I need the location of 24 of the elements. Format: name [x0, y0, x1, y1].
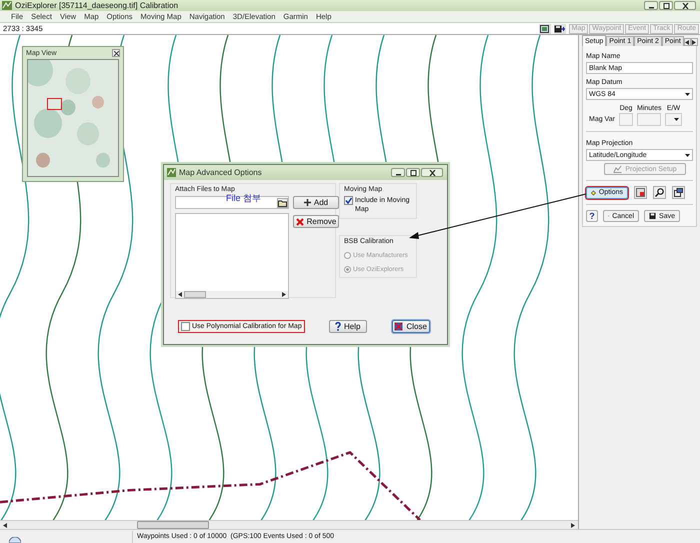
dropdown-arrow-icon [685, 154, 690, 156]
input-field[interactable] [637, 113, 661, 126]
dropdown-arrow-icon [674, 118, 679, 121]
magnifier-icon[interactable] [653, 186, 666, 199]
scrollbar-thumb[interactable] [137, 521, 209, 529]
input-field[interactable] [619, 113, 633, 126]
maximize-button[interactable] [659, 1, 673, 10]
window-title: OziExplorer [357114_daeseong.tif] Calibration [15, 1, 178, 10]
chart-icon [613, 165, 622, 173]
minimize-button[interactable] [644, 1, 658, 10]
map-tool-icon[interactable] [538, 24, 551, 34]
windows-icon[interactable] [672, 186, 685, 199]
maximize-icon [662, 2, 670, 8]
close-button[interactable] [674, 1, 696, 10]
grid-tool-icon[interactable] [634, 186, 647, 199]
close-icon [682, 2, 688, 8]
lightbulb-icon [591, 188, 596, 196]
horizontal-scrollbar[interactable] [0, 520, 578, 529]
scroll-left-icon [3, 522, 7, 528]
dropdown-arrow-icon [685, 92, 690, 96]
help-button[interactable]: ? [586, 210, 598, 222]
scroll-right-icon [571, 522, 575, 528]
dropdown[interactable] [665, 113, 682, 126]
app-icon [2, 1, 12, 10]
